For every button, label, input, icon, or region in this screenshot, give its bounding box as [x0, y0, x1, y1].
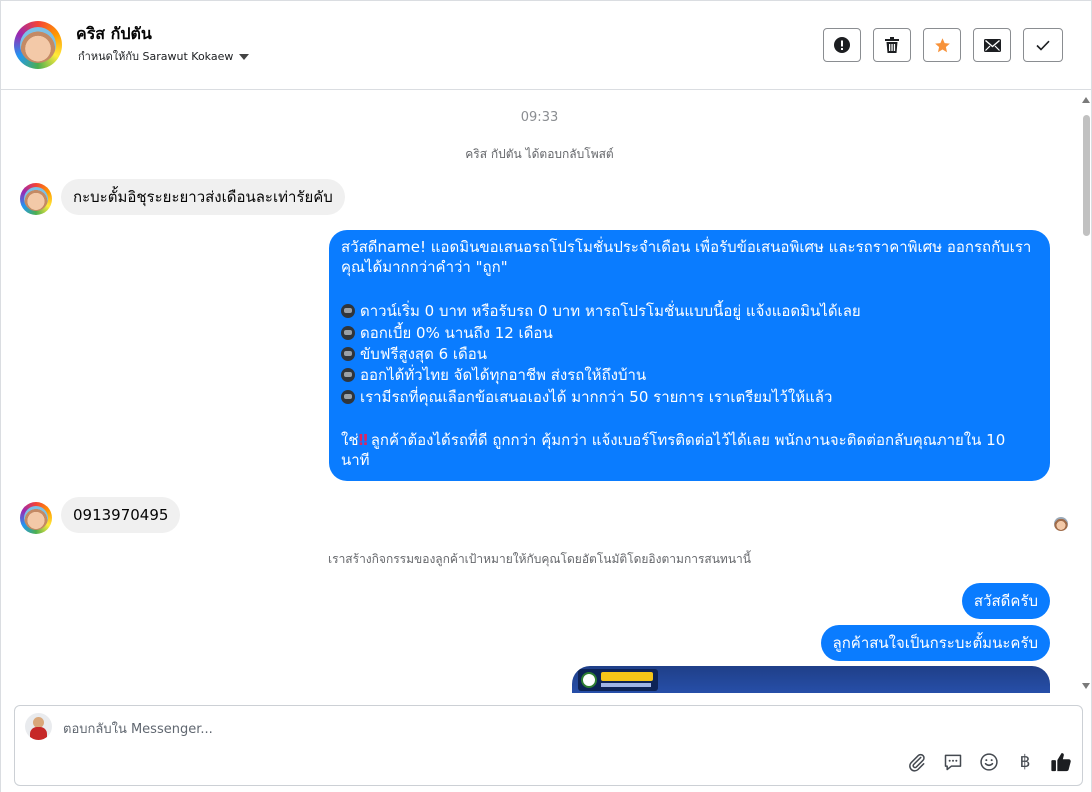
message-thread[interactable]: 09:33 คริส กัปตัน ได้ตอบกลับโพสต์ กะบะตั… — [1, 91, 1078, 693]
outgoing-image-attachment[interactable] — [572, 666, 1050, 693]
like-icon — [1051, 753, 1071, 772]
star-button[interactable] — [923, 28, 961, 62]
promo-bullet-text: ออกได้ทั่วไทย จัดได้ทุกอาชีพ ส่งรถให้ถึง… — [360, 366, 647, 385]
check-icon — [1036, 40, 1050, 51]
send-like-button[interactable] — [1050, 751, 1072, 773]
promo-bullet: เรามีรถที่คุณเลือกข้อเสนอเองได้ มากกว่า … — [341, 387, 1038, 408]
post-reply-note: คริส กัปตัน ได้ตอบกลับโพสต์ — [465, 147, 614, 161]
scroll-down-arrow-icon[interactable] — [1082, 683, 1090, 689]
mark-unread-button[interactable] — [973, 28, 1011, 62]
payment-button[interactable]: ฿ — [1014, 751, 1036, 773]
saved-replies-button[interactable] — [942, 751, 964, 773]
contact-avatar[interactable] — [14, 21, 62, 69]
contact-avatar-photo — [20, 27, 56, 63]
promo-bullet: ขับฟรีสูงสุด 6 เดือน — [341, 344, 1038, 365]
star-icon — [934, 37, 950, 52]
reply-composer: ฿ — [14, 705, 1083, 786]
caret-down-icon — [239, 53, 250, 60]
thread-scrollbar[interactable] — [1080, 97, 1092, 689]
promo-intro: สวัสดีname! แอดมินขอเสนอรถโปรโมชั่นประจำ… — [341, 238, 1032, 276]
brand-logo-wordmark — [601, 672, 653, 681]
mark-spam-button[interactable] — [823, 28, 861, 62]
promo-bullet: ดาวน์เริ่ม 0 บาท หรือรับรถ 0 บาท หารถโปร… — [341, 301, 1038, 322]
car-emoji-icon — [341, 304, 355, 319]
alert-circle-icon — [834, 37, 850, 53]
double-exclamation-icon: ‼ — [358, 430, 369, 449]
seen-indicator-avatar — [1054, 517, 1068, 531]
car-emoji-icon — [341, 389, 355, 404]
reply-input[interactable] — [63, 718, 863, 740]
envelope-icon — [983, 38, 1001, 52]
promo-spacer — [341, 408, 1038, 429]
emoji-button[interactable] — [978, 751, 1000, 773]
page-avatar-body — [30, 727, 47, 740]
brand-logo-tagline — [601, 683, 651, 687]
outgoing-message[interactable]: ลูกค้าสนใจเป็นกระบะตั้มนะครับ — [820, 625, 1050, 661]
assignee-dropdown[interactable]: กำหนดให้กับ Sarawut Kokaew — [78, 47, 250, 65]
outgoing-message[interactable]: สวัสดีครับ — [961, 583, 1050, 619]
saved-reply-icon — [944, 754, 962, 771]
composer-toolbar: ฿ — [906, 751, 1072, 773]
contact-name[interactable]: คริส กัปตัน — [76, 22, 152, 47]
sender-avatar — [20, 502, 52, 534]
promo-bullet: ออกได้ทั่วไทย จัดได้ทุกอาชีพ ส่งรถให้ถึง… — [341, 365, 1038, 386]
car-emoji-icon — [341, 346, 355, 361]
header-actions — [823, 28, 1063, 62]
incoming-message[interactable]: 0913970495 — [61, 497, 181, 533]
promo-bullet-text: ดอกเบี้ย 0% นานถึง 12 เดือน — [360, 323, 553, 342]
promo-bullet-text: ขับฟรีสูงสุด 6 เดือน — [360, 344, 488, 363]
promo-bullet-text: เรามีรถที่คุณเลือกข้อเสนอเองได้ มากกว่า … — [360, 387, 833, 406]
activity-note: เราสร้างกิจกรรมของลูกค้าเป้าหมายให้กับคุ… — [328, 552, 751, 566]
incoming-message[interactable]: กะบะตั้มอิชุระยะยาวส่งเดือนละเท่ารัยคับ — [61, 179, 345, 215]
conversation-header: คริส กัปตัน กำหนดให้กับ Sarawut Kokaew — [0, 0, 1092, 90]
promo-closing: ใช่‼ ลูกค้าต้องได้รถที่ดี ถูกกว่า คุ้มกว… — [341, 430, 1038, 473]
promo-closing-prefix: ใช่ — [341, 430, 359, 449]
brand-logo-image — [578, 669, 658, 691]
message-timestamp: 09:33 — [520, 110, 559, 125]
brand-logo-mark — [581, 672, 597, 688]
car-emoji-icon — [341, 368, 355, 383]
sender-avatar — [20, 183, 52, 215]
promo-spacer — [341, 280, 1038, 301]
assignee-label: กำหนดให้กับ Sarawut Kokaew — [78, 50, 234, 63]
mark-done-button[interactable] — [1023, 28, 1063, 62]
scroll-up-arrow-icon[interactable] — [1082, 97, 1090, 103]
promo-bullet-text: ดาวน์เริ่ม 0 บาท หรือรับรถ 0 บาท หารถโปร… — [360, 302, 861, 321]
promo-closing-text: ลูกค้าต้องได้รถที่ดี ถูกกว่า คุ้มกว่า แจ… — [341, 430, 1006, 469]
trash-icon — [885, 37, 899, 53]
page-avatar — [25, 713, 52, 740]
sender-avatar-photo — [24, 506, 48, 530]
scrollbar-thumb[interactable] — [1083, 115, 1090, 236]
sender-avatar-photo — [24, 187, 48, 211]
outgoing-promo-message[interactable]: สวัสดีname! แอดมินขอเสนอรถโปรโมชั่นประจำ… — [329, 230, 1050, 481]
emoji-icon — [980, 753, 998, 771]
baht-icon: ฿ — [1019, 751, 1031, 772]
paperclip-icon — [909, 753, 925, 772]
car-emoji-icon — [341, 325, 355, 340]
promo-bullet: ดอกเบี้ย 0% นานถึง 12 เดือน — [341, 323, 1038, 344]
attach-file-button[interactable] — [906, 751, 928, 773]
delete-button[interactable] — [873, 28, 911, 62]
